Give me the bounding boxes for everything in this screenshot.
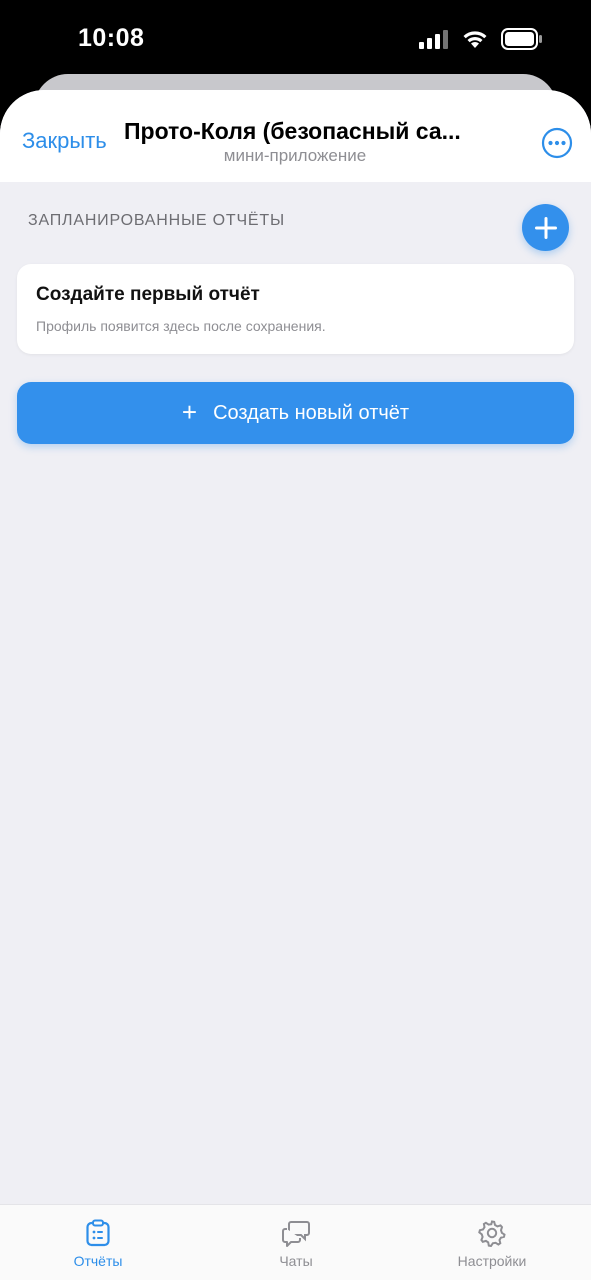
- empty-state-subtitle: Профиль появится здесь после сохранения.: [36, 318, 326, 334]
- mini-app-title: Прото-Коля (безопасный са...: [124, 118, 461, 144]
- more-circle-icon[interactable]: [541, 127, 573, 159]
- tab-chats[interactable]: Чаты: [216, 1205, 376, 1280]
- create-report-label: Создать новый отчёт: [213, 401, 410, 424]
- add-report-button[interactable]: [522, 204, 569, 251]
- status-bar: 10:08: [0, 0, 591, 80]
- gear-icon: [478, 1220, 506, 1247]
- empty-state-card: Создайте первый отчёт Профиль появится з…: [17, 264, 574, 354]
- tab-bar: Отчёты Чаты Настройки: [0, 1204, 591, 1280]
- chat-bubbles-icon: [282, 1221, 310, 1247]
- wifi-icon: [463, 31, 487, 48]
- create-report-button[interactable]: + Создать новый отчёт: [17, 382, 574, 444]
- signal-icon: [419, 30, 448, 49]
- tab-chats-label: Чаты: [279, 1253, 313, 1269]
- mini-app-header: Закрыть Прото-Коля (безопасный са... мин…: [0, 90, 591, 182]
- tab-reports-label: Отчёты: [73, 1253, 123, 1269]
- clipboard-icon: [86, 1219, 110, 1247]
- tab-settings[interactable]: Настройки: [412, 1205, 572, 1280]
- status-icons: [419, 28, 543, 50]
- status-time: 10:08: [78, 24, 145, 52]
- section-label: ЗАПЛАНИРОВАННЫЕ ОТЧЁТЫ: [28, 212, 285, 229]
- tab-settings-label: Настройки: [457, 1253, 527, 1269]
- tab-reports[interactable]: Отчёты: [18, 1205, 178, 1280]
- empty-state-title: Создайте первый отчёт: [36, 284, 260, 305]
- plus-icon: [534, 216, 557, 239]
- plus-icon: +: [181, 396, 198, 427]
- mini-app-sheet: Закрыть Прото-Коля (безопасный са... мин…: [0, 90, 591, 1280]
- mini-app-subtitle: мини-приложение: [223, 146, 367, 165]
- close-button[interactable]: Закрыть: [22, 128, 107, 154]
- battery-icon: [501, 28, 542, 50]
